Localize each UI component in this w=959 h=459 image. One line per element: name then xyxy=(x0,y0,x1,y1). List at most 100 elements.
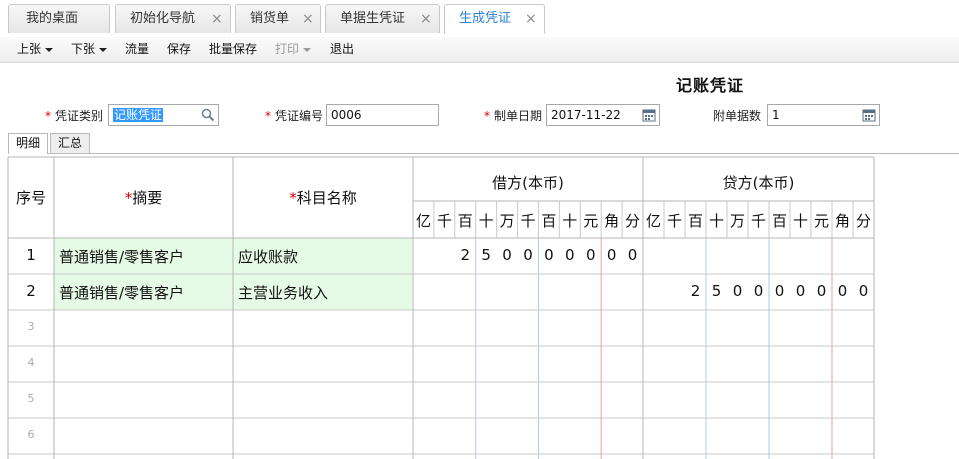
credit-unit-header: 千 xyxy=(666,212,682,230)
debit-unit-header: 万 xyxy=(499,212,515,230)
next-voucher-label: 下张 xyxy=(71,42,96,56)
prev-voucher-button[interactable]: 上张 xyxy=(17,37,54,62)
attachment-count-value: 1 xyxy=(772,108,780,122)
exit-button[interactable]: 退出 xyxy=(330,37,354,62)
debit-amount-digit: 0 xyxy=(585,246,596,264)
credit-amount-digit: 0 xyxy=(795,282,806,300)
calendar-icon[interactable] xyxy=(862,108,876,122)
voucher-type-label-text: 凭证类别 xyxy=(55,109,104,123)
debit-amount-digit: 0 xyxy=(544,246,554,264)
credit-amount-digit: 5 xyxy=(711,282,722,300)
save-button[interactable]: 保存 xyxy=(167,37,191,62)
tab-generate-voucher[interactable]: 生成凭证 × xyxy=(444,4,545,34)
cash-flow-button[interactable]: 流量 xyxy=(125,37,149,62)
subtab-divider xyxy=(8,153,959,154)
credit-unit-header: 亿 xyxy=(645,212,661,230)
credit-unit-header: 百 xyxy=(687,212,703,230)
credit-unit-header: 十 xyxy=(792,212,808,230)
required-mark: * xyxy=(484,109,490,123)
search-icon[interactable] xyxy=(201,108,215,122)
credit-unit-header: 百 xyxy=(771,212,787,230)
debit-amount-digit: 0 xyxy=(565,246,575,264)
voucher-date-label-text: 制单日期 xyxy=(494,109,543,123)
tab-doc-to-voucher[interactable]: 单据生凭证 × xyxy=(325,4,440,33)
row-account-cell[interactable]: 应收账款 xyxy=(238,246,408,267)
chevron-down-icon xyxy=(45,47,54,52)
col-header-credit: 贷方(本币) xyxy=(722,174,795,192)
voucher-type-field[interactable]: 记账凭证 xyxy=(108,104,219,126)
voucher-date-value: 2017-11-22 xyxy=(551,108,621,122)
toolbar: 上张 下张 流量 保存 批量保存 打印 退出 xyxy=(0,37,959,63)
row-seq: 1 xyxy=(26,246,36,264)
tab-my-desktop[interactable]: 我的桌面 xyxy=(8,4,110,33)
voucher-date-field[interactable]: 2017-11-22 xyxy=(546,104,660,126)
voucher-date-label: * 制单日期 xyxy=(484,107,542,124)
voucher-number-label-text: 凭证编号 xyxy=(275,109,324,123)
col-header-account-text: 科目名称 xyxy=(296,189,357,207)
debit-amount-digit: 0 xyxy=(627,246,638,264)
tab-bar: 我的桌面 初始化导航 × 销货单 × 单据生凭证 × 生成凭证 × xyxy=(0,0,959,38)
prev-voucher-label: 上张 xyxy=(17,42,42,56)
tab-label: 单据生凭证 xyxy=(340,11,406,26)
debit-unit-header: 百 xyxy=(541,212,557,230)
close-icon[interactable]: × xyxy=(211,5,223,33)
debit-unit-header: 分 xyxy=(625,212,641,230)
debit-amount-digit: 0 xyxy=(523,246,533,264)
close-icon[interactable]: × xyxy=(525,5,537,33)
debit-amount-digit: 2 xyxy=(460,246,471,264)
col-header-seq: 序号 xyxy=(15,189,46,207)
credit-amount-digit: 0 xyxy=(753,282,764,300)
attachment-count-field[interactable]: 1 xyxy=(767,104,880,126)
credit-amount-digit: 0 xyxy=(858,282,869,300)
tab-init-guide[interactable]: 初始化导航 × xyxy=(115,4,231,33)
required-mark: * xyxy=(265,109,271,123)
voucher-type-value: 记账凭证 xyxy=(113,108,164,122)
voucher-number-field[interactable]: 0006 xyxy=(326,104,439,126)
credit-unit-header: 千 xyxy=(750,212,766,230)
next-voucher-button[interactable]: 下张 xyxy=(71,37,108,62)
credit-unit-header: 十 xyxy=(708,212,724,230)
row-summary-cell[interactable]: 普通销售/零售客户 xyxy=(59,246,229,267)
row-seq: 3 xyxy=(27,320,35,333)
tab-sales-order[interactable]: 销货单 × xyxy=(235,4,321,33)
close-icon[interactable]: × xyxy=(420,5,432,33)
debit-unit-header: 十 xyxy=(478,212,494,230)
credit-unit-header: 万 xyxy=(729,212,745,230)
debit-unit-header: 亿 xyxy=(415,212,431,230)
subtab-summary[interactable]: 汇总 xyxy=(50,133,90,153)
credit-amount-digit: 2 xyxy=(690,282,701,300)
credit-unit-header: 元 xyxy=(813,212,829,230)
row-seq: 4 xyxy=(27,356,35,369)
voucher-number-label: * 凭证编号 xyxy=(265,107,323,124)
debit-unit-header: 百 xyxy=(457,212,473,230)
credit-amount-digit: 0 xyxy=(732,282,743,300)
col-header-summary-text: 摘要 xyxy=(132,189,163,207)
debit-amount-digit: 5 xyxy=(481,246,491,264)
subtab-detail[interactable]: 明细 xyxy=(8,133,48,154)
batch-save-button[interactable]: 批量保存 xyxy=(209,37,257,62)
print-button[interactable]: 打印 xyxy=(275,37,312,62)
debit-unit-header: 角 xyxy=(604,212,620,230)
close-icon[interactable]: × xyxy=(302,5,314,33)
tab-label: 初始化导航 xyxy=(130,11,196,26)
debit-unit-header: 千 xyxy=(436,212,452,230)
row-account-cell[interactable]: 主营业务收入 xyxy=(238,282,408,303)
row-summary-cell[interactable]: 普通销售/零售客户 xyxy=(59,282,229,303)
col-header-debit: 借方(本币) xyxy=(492,174,564,192)
voucher-type-label: * 凭证类别 xyxy=(45,107,103,124)
tab-label: 生成凭证 xyxy=(459,11,512,26)
col-header-account: *科目名称 xyxy=(233,187,413,208)
voucher-title: 记账凭证 xyxy=(676,76,745,95)
chevron-down-icon xyxy=(303,47,312,52)
debit-unit-header: 元 xyxy=(583,212,599,230)
chevron-down-icon xyxy=(99,47,108,52)
debit-amount-digit: 0 xyxy=(502,246,512,264)
row-seq: 6 xyxy=(27,428,35,441)
calendar-icon[interactable] xyxy=(642,108,656,122)
attachment-count-label: 附单据数 xyxy=(713,109,762,123)
required-mark: * xyxy=(289,189,297,207)
credit-amount-digit: 0 xyxy=(816,282,827,300)
credit-amount-digit: 0 xyxy=(837,282,848,300)
col-header-summary: *摘要 xyxy=(54,187,233,208)
debit-unit-header: 十 xyxy=(562,212,578,230)
